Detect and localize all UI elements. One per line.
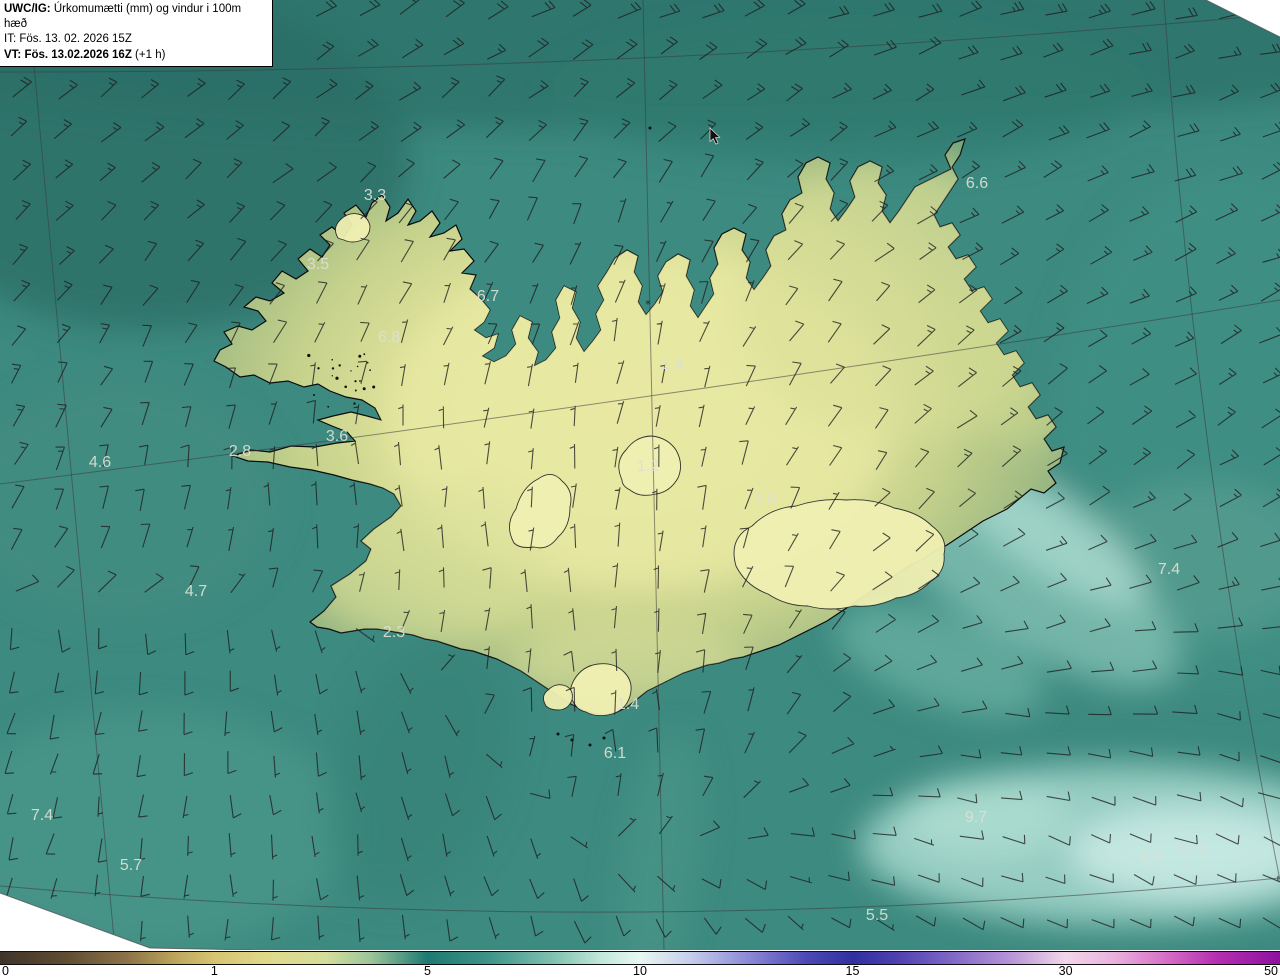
init-time-line: IT: Fös. 13. 02. 2026 15Z <box>4 33 132 46</box>
colorbar-tick-label: 5 <box>424 964 431 978</box>
precip-value-label: 6.6 <box>966 175 988 192</box>
map-symbols: * <box>645 298 651 311</box>
valid-time: VT: Fös. 13.02.2026 16Z <box>4 48 132 61</box>
product-title-line: UWC/IG: Úrkomumætti (mm) og vindur i 100… <box>4 2 267 32</box>
precip-value-label: 1.4 <box>617 696 639 713</box>
precip-value-label: 3.6 <box>326 428 348 445</box>
precip-value-label: 5.5 <box>866 907 888 924</box>
precip-value-label: 7.4 <box>1158 561 1180 578</box>
precip-value-label: 3.3 <box>364 187 386 204</box>
precip-value-label: 5.7 <box>120 857 142 874</box>
colorbar-tick-label: 15 <box>845 964 860 978</box>
precip-value-label: 7.4 <box>31 807 53 824</box>
precip-value-label: 4.7 <box>185 583 207 600</box>
glacier-vatnajokull <box>733 499 946 610</box>
precip-value-label: 1.4 <box>661 356 683 373</box>
precip-value-label: 4.6 <box>89 454 111 471</box>
valid-time-line: VT: Fös. 13.02.2026 16Z (+1 h) <box>4 48 166 61</box>
precip-value-label: 6.9 <box>1140 849 1162 866</box>
precip-value-label: 3.5 <box>307 256 329 273</box>
precip-value-label: 6.7 <box>477 288 499 305</box>
colorbar: 0 1 5 10 15 30 50 <box>0 950 1280 978</box>
weather-app-window: 3.3 3.5 6.7 6.8 6.6 3.6 2.8 4.6 1.4 1.2 1.0 4.7 7.4 2… <box>0 0 1280 978</box>
precip-value-label: 1.2 <box>637 458 659 475</box>
precip-value-label: 1.0 <box>754 491 776 508</box>
precip-value-label: 6.8 <box>378 329 400 346</box>
precip-value-label: 10.3 <box>1175 843 1206 860</box>
precip-value-label: 2.8 <box>229 443 251 460</box>
weather-map: 3.3 3.5 6.7 6.8 6.6 3.6 2.8 4.6 1.4 1.2 1.0 4.7 7.4 2… <box>0 0 1280 950</box>
colorbar-tick-label: 10 <box>633 964 647 978</box>
title-box: UWC/IG: Úrkomumætti (mm) og vindur i 100… <box>0 0 273 67</box>
colorbar-gradient <box>0 951 1280 965</box>
weather-symbol: * <box>645 298 651 311</box>
colorbar-tick-label: 30 <box>1058 964 1073 978</box>
colorbar-labels: 0 1 5 10 15 30 50 <box>0 964 1280 978</box>
colorbar-tick-label: 50 <box>1264 964 1278 978</box>
precip-value-label: 9.7 <box>965 809 987 826</box>
precip-value-label: 6.1 <box>604 745 626 762</box>
product-id: UWC/IG: <box>4 3 51 15</box>
precip-value-label: 2.3 <box>383 624 405 641</box>
colorbar-tick-label: 1 <box>210 964 218 978</box>
colorbar-tick-label: 0 <box>2 964 9 978</box>
